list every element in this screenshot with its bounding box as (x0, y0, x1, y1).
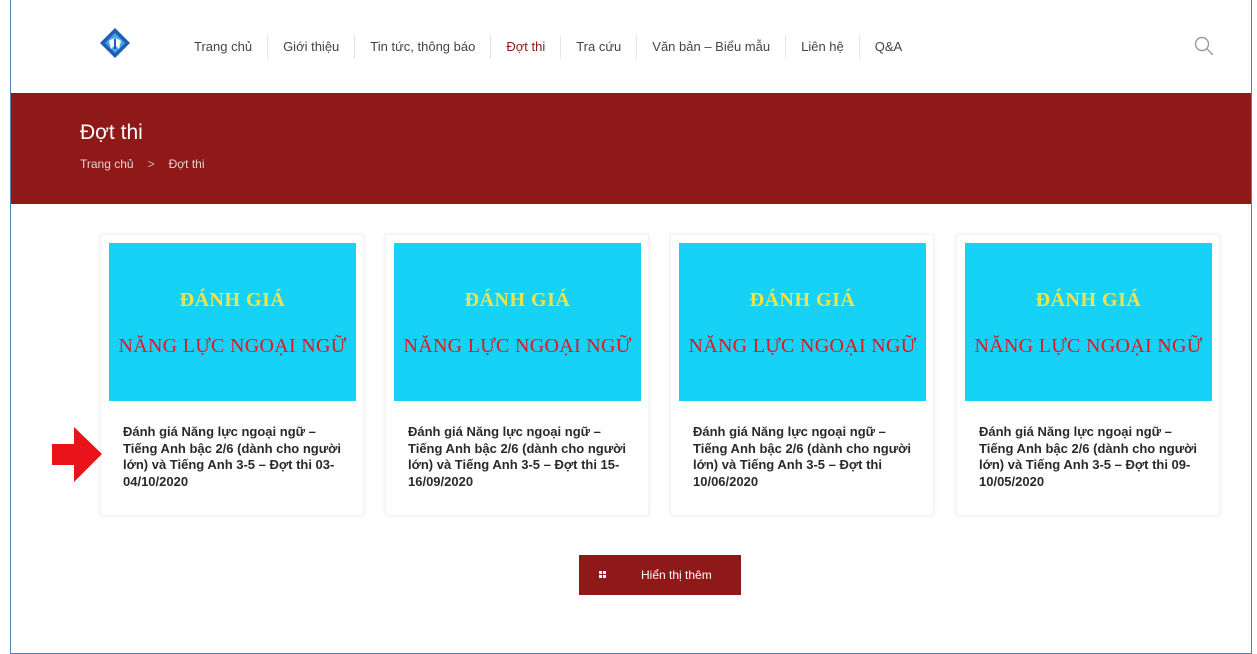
nav-item-contact[interactable]: Liên hệ (786, 0, 859, 93)
exam-card: ĐÁNH GIÁ NĂNG LỰC NGOẠI NGỮ Đánh giá Năn… (956, 234, 1220, 516)
load-more-button[interactable]: Hiển thị thêm (579, 555, 741, 595)
exam-card: ĐÁNH GIÁ NĂNG LỰC NGOẠI NGỮ Đánh giá Năn… (100, 234, 364, 516)
breadcrumb-current: Đợt thi (168, 157, 205, 171)
nav-item-lookup[interactable]: Tra cứu (561, 0, 636, 93)
grid-icon (599, 571, 606, 578)
card-thumbnail[interactable]: ĐÁNH GIÁ NĂNG LỰC NGOẠI NGỮ (679, 243, 926, 401)
breadcrumb: Trang chủ > Đợt thi (80, 157, 205, 171)
thumbnail-heading: ĐÁNH GIÁ (179, 289, 286, 311)
thumbnail-subheading: NĂNG LỰC NGOẠI NGỮ (118, 335, 347, 357)
logo-icon[interactable] (99, 27, 131, 59)
thumbnail-heading: ĐÁNH GIÁ (749, 289, 856, 311)
card-thumbnail[interactable]: ĐÁNH GIÁ NĂNG LỰC NGOẠI NGỮ (965, 243, 1212, 401)
nav-item-news[interactable]: Tin tức, thông báo (355, 0, 490, 93)
page-banner: Đợt thi Trang chủ > Đợt thi (11, 93, 1251, 204)
nav-item-qa[interactable]: Q&A (860, 0, 917, 93)
exam-card: ĐÁNH GIÁ NĂNG LỰC NGOẠI NGỮ Đánh giá Năn… (385, 234, 649, 516)
search-icon[interactable] (1194, 36, 1214, 56)
thumbnail-subheading: NĂNG LỰC NGOẠI NGỮ (974, 335, 1203, 357)
thumbnail-subheading: NĂNG LỰC NGOẠI NGỮ (403, 335, 632, 357)
card-title-link[interactable]: Đánh giá Năng lực ngoại ngữ – Tiếng Anh … (979, 424, 1199, 490)
red-arrow-icon (52, 427, 102, 482)
thumbnail-heading: ĐÁNH GIÁ (464, 289, 571, 311)
main-menu: Trang chủ Giới thiệu Tin tức, thông báo … (179, 0, 917, 93)
breadcrumb-separator: > (147, 157, 155, 171)
load-more-label: Hiển thị thêm (641, 568, 712, 582)
nav-item-exam-sessions[interactable]: Đợt thi (491, 0, 560, 93)
card-title-link[interactable]: Đánh giá Năng lực ngoại ngữ – Tiếng Anh … (693, 424, 913, 490)
card-thumbnail[interactable]: ĐÁNH GIÁ NĂNG LỰC NGOẠI NGỮ (394, 243, 641, 401)
card-title-link[interactable]: Đánh giá Năng lực ngoại ngữ – Tiếng Anh … (408, 424, 628, 490)
page-title: Đợt thi (80, 121, 143, 144)
top-navigation: Trang chủ Giới thiệu Tin tức, thông báo … (64, 0, 1244, 93)
exam-card: ĐÁNH GIÁ NĂNG LỰC NGOẠI NGỮ Đánh giá Năn… (670, 234, 934, 516)
breadcrumb-home[interactable]: Trang chủ (80, 157, 134, 171)
card-thumbnail[interactable]: ĐÁNH GIÁ NĂNG LỰC NGOẠI NGỮ (109, 243, 356, 401)
card-title-link[interactable]: Đánh giá Năng lực ngoại ngữ – Tiếng Anh … (123, 424, 343, 490)
thumbnail-heading: ĐÁNH GIÁ (1035, 289, 1142, 311)
nav-item-about[interactable]: Giới thiệu (268, 0, 354, 93)
nav-item-home[interactable]: Trang chủ (179, 0, 267, 93)
nav-item-documents[interactable]: Văn bản – Biểu mẫu (637, 0, 785, 93)
thumbnail-subheading: NĂNG LỰC NGOẠI NGỮ (688, 335, 917, 357)
